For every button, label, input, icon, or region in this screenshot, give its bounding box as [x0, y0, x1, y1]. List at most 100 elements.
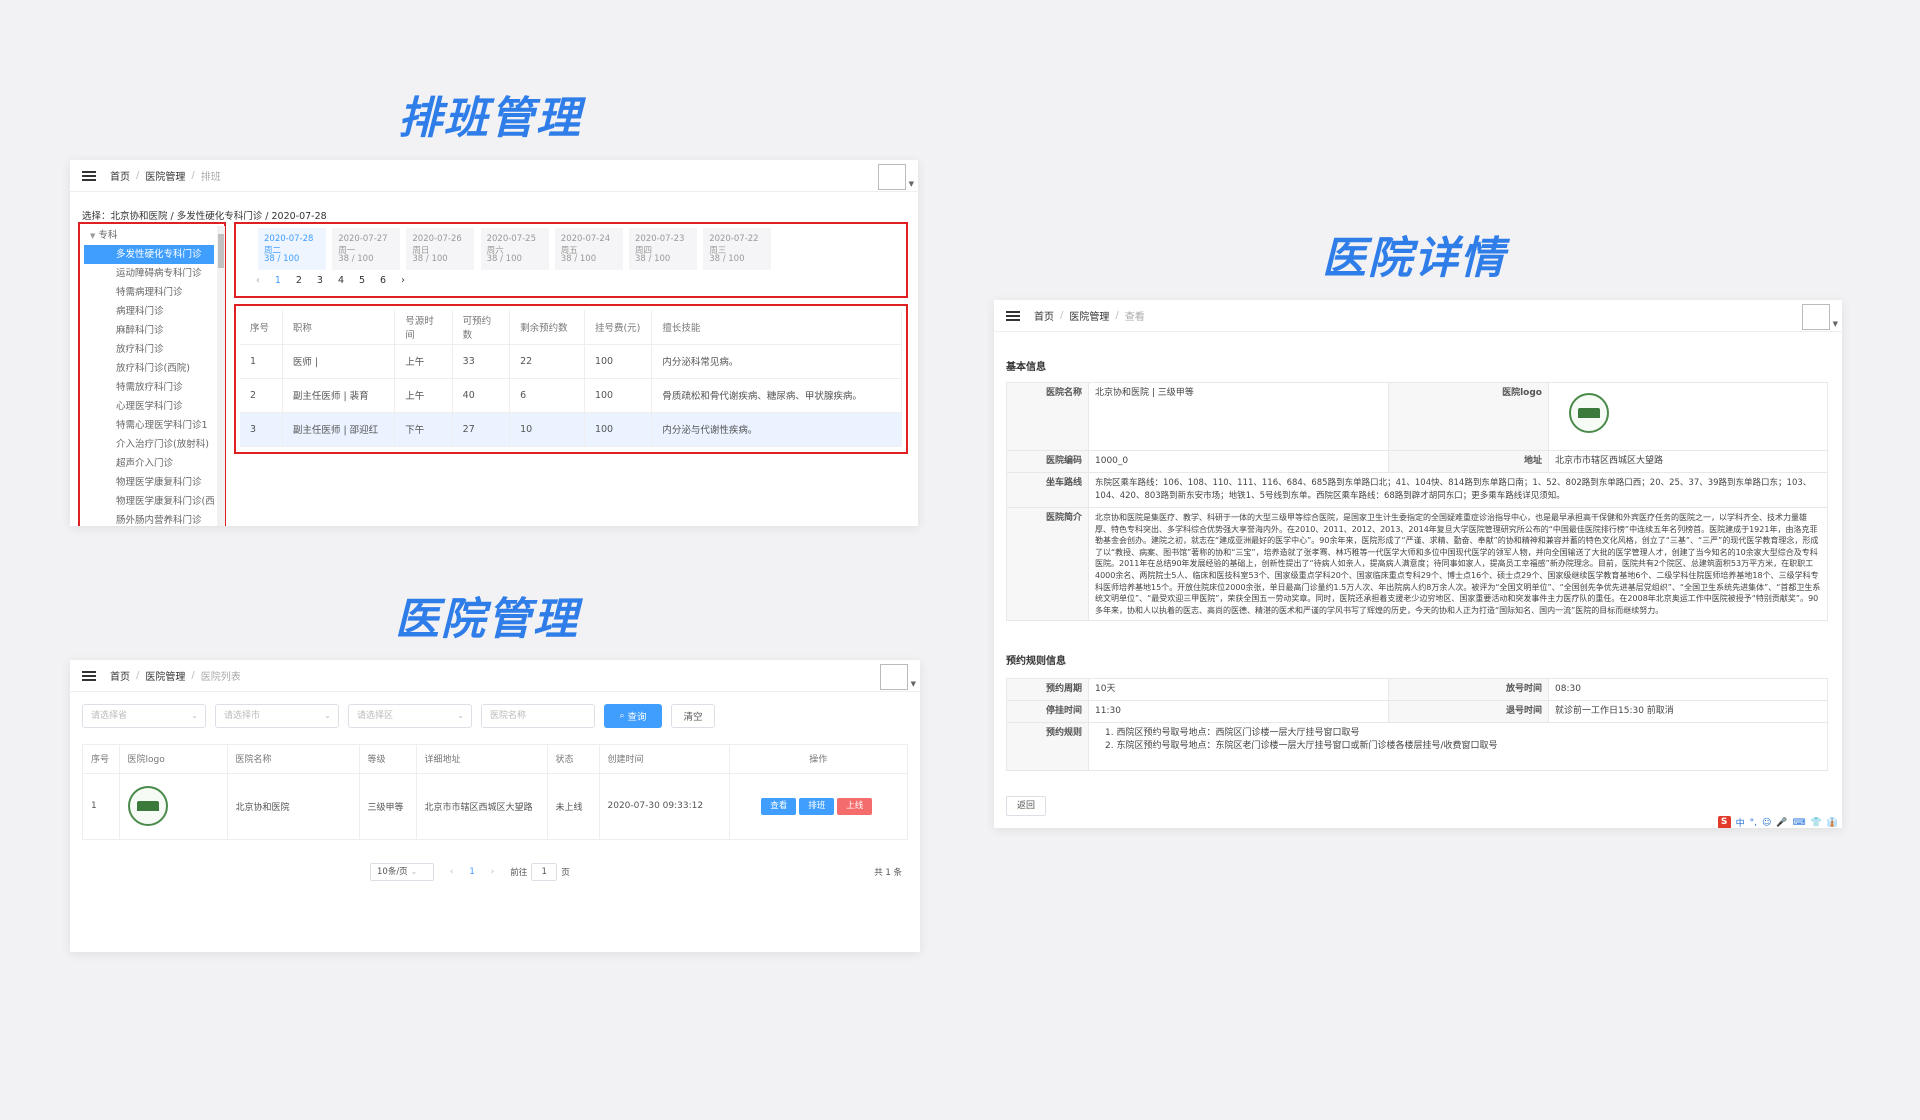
chevron-down-icon: ⌄: [457, 711, 464, 720]
keyboard-icon[interactable]: ⌨: [1793, 818, 1806, 828]
date-card[interactable]: 2020-07-23 周四 38 / 100: [629, 228, 697, 270]
ime-lang-icon[interactable]: 中: [1736, 816, 1745, 828]
hospital-logo: [119, 773, 228, 840]
tree-item[interactable]: 介入治疗门诊(放射科): [84, 435, 214, 454]
address-label: 地址: [1388, 450, 1549, 473]
table-cell: 100: [584, 378, 653, 413]
date-card[interactable]: 2020-07-27 周一 38 / 100: [332, 228, 401, 270]
table-row[interactable]: 1 医师 | 上午 33 22 100 内分泌科常见病。: [240, 344, 902, 379]
tree-item[interactable]: 麻醉科门诊: [84, 321, 214, 340]
page-1[interactable]: 1: [469, 867, 474, 877]
hospital-name-input[interactable]: 医院名称: [481, 704, 595, 728]
date-pagination: ‹ 1 2 3 4 5 6 ›: [256, 275, 405, 286]
breadcrumb-hospital[interactable]: 医院管理: [145, 668, 185, 683]
schedule-button[interactable]: 排班: [799, 797, 835, 815]
punct-icon[interactable]: °,: [1750, 818, 1757, 828]
table-cell: 副主任医师 | 邵迎红: [282, 412, 396, 447]
tree-item[interactable]: 超声介入门诊: [84, 454, 214, 473]
column-header: 医院名称: [227, 745, 360, 774]
sogou-icon[interactable]: S: [1717, 816, 1731, 828]
chevron-down-icon[interactable]: ▼: [909, 180, 914, 188]
page-number[interactable]: 1: [275, 275, 281, 286]
date-card[interactable]: 2020-07-25 周六 38 / 100: [480, 228, 549, 270]
mic-icon[interactable]: 🎤: [1776, 818, 1787, 828]
table-cell: 100: [584, 344, 653, 379]
page-number[interactable]: 3: [317, 275, 323, 286]
menu-icon[interactable]: [82, 670, 96, 681]
table-cell: 3: [240, 412, 283, 447]
tree-scrollbar[interactable]: [217, 226, 225, 526]
table-row[interactable]: 2 副主任医师 | 裴育 上午 40 6 100 骨质疏松和骨代谢疾病、糖尿病、甲状腺疾病。: [240, 378, 902, 413]
breadcrumb-home[interactable]: 首页: [110, 668, 130, 683]
tree-item[interactable]: 放疗科门诊(西院): [84, 359, 214, 378]
tree-item[interactable]: 物理医学康复科门诊: [84, 473, 214, 492]
page-number[interactable]: 2: [296, 275, 302, 286]
table-row: 1 北京协和医院 三级甲等 北京市市辖区西城区大望路 未上线 2020-07-3…: [83, 773, 908, 840]
tree-root[interactable]: ▼ 专科: [84, 226, 214, 245]
avatar[interactable]: [1802, 304, 1830, 330]
tree-item[interactable]: 多发性硬化专科门诊: [84, 245, 214, 264]
hospital-panel: 首页 / 医院管理 / 医院列表 ▼ 请选择省 ⌄ 请选择市 ⌄ 请选择区 ⌄ 医院名称 …: [70, 660, 920, 952]
prev-page-button[interactable]: ‹: [450, 867, 453, 877]
breadcrumb-home[interactable]: 首页: [110, 168, 130, 183]
district-select[interactable]: 请选择区 ⌄: [348, 704, 472, 728]
clear-button[interactable]: 清空: [671, 704, 715, 728]
tree-item[interactable]: 特需放疗科门诊: [84, 378, 214, 397]
breadcrumb: 首页 / 医院管理 / 查看: [1034, 308, 1145, 323]
table-cell: 副主任医师 | 裴育: [282, 378, 396, 413]
table-row[interactable]: 3 副主任医师 | 邵迎红 下午 27 10 100 内分泌与代谢性疾病。: [240, 412, 902, 447]
column-header: 等级: [359, 745, 417, 774]
rule-item: 1. 西院区预约号取号地点：西院区门诊楼一层大厅挂号窗口取号: [1105, 728, 1360, 738]
view-button[interactable]: 查看: [761, 797, 797, 815]
tree-item[interactable]: 放疗科门诊: [84, 340, 214, 359]
page-number[interactable]: 5: [359, 275, 365, 286]
table-cell: 40: [452, 378, 511, 413]
search-button[interactable]: ⌕ 查询: [604, 704, 662, 728]
date-card[interactable]: 2020-07-24 周五 38 / 100: [554, 228, 623, 270]
chevron-down-icon[interactable]: ▼: [911, 680, 916, 688]
table-cell: 33: [452, 344, 511, 379]
hospital-table: 序号 医院logo 医院名称 等级 详细地址 状态 创建时间 操作 1 北京协和医院 三级甲等…: [82, 744, 908, 840]
tree-item[interactable]: 物理医学康复科门诊(西: [84, 492, 214, 511]
province-select[interactable]: 请选择省 ⌄: [82, 704, 206, 728]
breadcrumb-home[interactable]: 首页: [1034, 308, 1054, 323]
intro-text: 北京协和医院是集医疗、教学、科研于一体的大型三级甲等综合医院，是国家卫生计生委指…: [1088, 506, 1828, 622]
top-bar: 首页 / 医院管理 / 医院列表 ▼: [70, 660, 920, 692]
tree-item[interactable]: 病理科门诊: [84, 302, 214, 321]
menu-icon[interactable]: [82, 170, 96, 181]
avatar[interactable]: [880, 664, 908, 690]
date-count: 38 / 100: [560, 254, 597, 264]
goto-input[interactable]: 1: [531, 863, 558, 881]
tree-item[interactable]: 心理医学科门诊: [84, 397, 214, 416]
breadcrumb-hospital[interactable]: 医院管理: [1069, 308, 1109, 323]
date-card[interactable]: 2020-07-28 周二 38 / 100: [258, 228, 326, 270]
table-cell: 上午: [394, 378, 453, 413]
created-time: 2020-07-30 09:33:12: [599, 773, 730, 840]
date-label: 2020-07-25 周六: [486, 234, 536, 256]
cancel-label: 退号时间: [1388, 700, 1549, 723]
page-size-select[interactable]: 10条/页 ⌄: [370, 863, 434, 881]
back-button[interactable]: 返回: [1006, 796, 1047, 816]
next-page-button[interactable]: ›: [491, 867, 494, 877]
emoji-icon[interactable]: ☺: [1762, 818, 1771, 828]
tools-icon[interactable]: 👔: [1827, 818, 1838, 828]
avatar[interactable]: [878, 164, 906, 190]
next-page-button[interactable]: ›: [401, 275, 405, 286]
date-card[interactable]: 2020-07-22 周三 38 / 100: [703, 228, 772, 270]
page-number[interactable]: 4: [338, 275, 344, 286]
prev-page-button[interactable]: ‹: [256, 275, 260, 286]
skin-icon[interactable]: 👕: [1811, 818, 1822, 828]
chevron-down-icon[interactable]: ▼: [1833, 320, 1838, 328]
date-card[interactable]: 2020-07-26 周日 38 / 100: [406, 228, 475, 270]
tree-item[interactable]: 特需病理科门诊: [84, 283, 214, 302]
tree-item[interactable]: 肠外肠内营养科门诊: [84, 511, 214, 526]
hospital-logo-icon: [1569, 393, 1609, 433]
breadcrumb-hospital[interactable]: 医院管理: [145, 168, 185, 183]
page-number[interactable]: 6: [380, 275, 386, 286]
tree-item[interactable]: 运动障碍病专科门诊: [84, 264, 214, 283]
tree-item[interactable]: 特需心理医学科门诊1: [84, 416, 214, 435]
menu-icon[interactable]: [1006, 310, 1020, 321]
city-select[interactable]: 请选择市 ⌄: [215, 704, 339, 728]
rule-label: 预约规则: [1006, 722, 1089, 771]
online-button[interactable]: 上线: [837, 797, 873, 815]
